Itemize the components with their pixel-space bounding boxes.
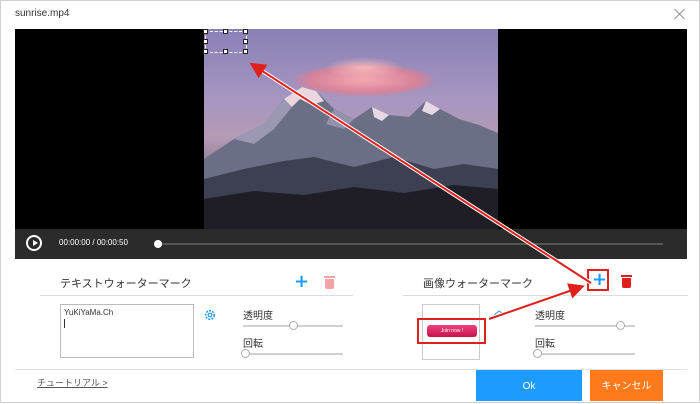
cancel-button[interactable]: キャンセル xyxy=(590,370,663,401)
slider-knob[interactable] xyxy=(533,349,542,358)
section-divider xyxy=(403,295,688,296)
resize-handle[interactable] xyxy=(243,29,248,34)
text-caret xyxy=(64,319,65,328)
time-display: 00:00:00 / 00:00:50 xyxy=(59,238,128,247)
image-opacity-label: 透明度 xyxy=(535,311,565,322)
add-image-watermark-plus-icon[interactable]: + xyxy=(592,271,607,289)
watermark-selection-box[interactable] xyxy=(203,29,248,54)
time-total: 00:00:50 xyxy=(96,238,128,247)
resize-handle[interactable] xyxy=(203,49,208,54)
resize-handle[interactable] xyxy=(203,39,208,44)
text-opacity-label: 透明度 xyxy=(243,311,273,322)
title-bar: sunrise.mp4 xyxy=(1,1,699,29)
add-text-watermark-plus-icon[interactable]: + xyxy=(294,273,309,291)
gear-icon[interactable] xyxy=(204,309,216,321)
resize-handle[interactable] xyxy=(223,49,228,54)
image-watermark-title: 画像ウォーターマーク xyxy=(423,278,533,290)
player-controls: 00:00:00 / 00:00:50 xyxy=(15,229,687,259)
dialog-footer: チュートリアル > Ok キャンセル xyxy=(15,369,687,403)
text-rotation-slider[interactable] xyxy=(241,349,343,358)
text-opacity-slider[interactable] xyxy=(243,321,343,330)
resize-handle[interactable] xyxy=(243,49,248,54)
watermark-text-value: YuKiYaMa.Ch xyxy=(64,308,114,317)
time-current: 00:00:00 xyxy=(59,238,91,247)
resize-handle[interactable] xyxy=(243,39,248,44)
video-preview xyxy=(15,29,687,229)
watermark-editor-window: sunrise.mp4 00:00:00 / 00:00:50 テキストウォータ… xyxy=(0,0,700,403)
watermark-text-input[interactable]: YuKiYaMa.Ch xyxy=(60,304,194,358)
seek-knob[interactable] xyxy=(154,240,162,248)
tutorial-link[interactable]: チュートリアル > xyxy=(37,376,108,389)
close-icon[interactable] xyxy=(673,7,687,21)
delete-image-watermark-trash-icon[interactable] xyxy=(621,275,632,288)
mountain-landscape xyxy=(204,87,498,229)
slider-knob[interactable] xyxy=(241,349,250,358)
image-rotation-slider[interactable] xyxy=(533,349,635,358)
slider-knob[interactable] xyxy=(289,321,298,330)
image-opacity-slider[interactable] xyxy=(535,321,635,330)
seek-bar[interactable] xyxy=(154,240,663,248)
time-separator: / xyxy=(90,238,97,247)
resize-handle[interactable] xyxy=(203,29,208,34)
image-rotation-label: 回転 xyxy=(535,339,555,350)
resize-handle[interactable] xyxy=(223,29,228,34)
text-rotation-label: 回転 xyxy=(243,339,263,350)
video-frame xyxy=(204,29,498,229)
text-watermark-panel: テキストウォーターマーク + YuKiYaMa.Ch 透明度 回転 xyxy=(15,259,361,369)
slider-knob[interactable] xyxy=(616,321,625,330)
section-divider xyxy=(40,295,353,296)
pencil-icon[interactable] xyxy=(491,310,503,318)
delete-text-watermark-trash-icon[interactable] xyxy=(324,276,335,289)
play-icon[interactable] xyxy=(26,235,42,251)
window-title: sunrise.mp4 xyxy=(15,8,70,19)
text-watermark-title: テキストウォーターマーク xyxy=(60,278,192,290)
ok-button[interactable]: Ok xyxy=(476,370,582,401)
image-watermark-panel: 画像ウォーターマーク + Join now ! 透明度 回転 xyxy=(375,259,688,369)
highlight-frame xyxy=(417,318,486,344)
